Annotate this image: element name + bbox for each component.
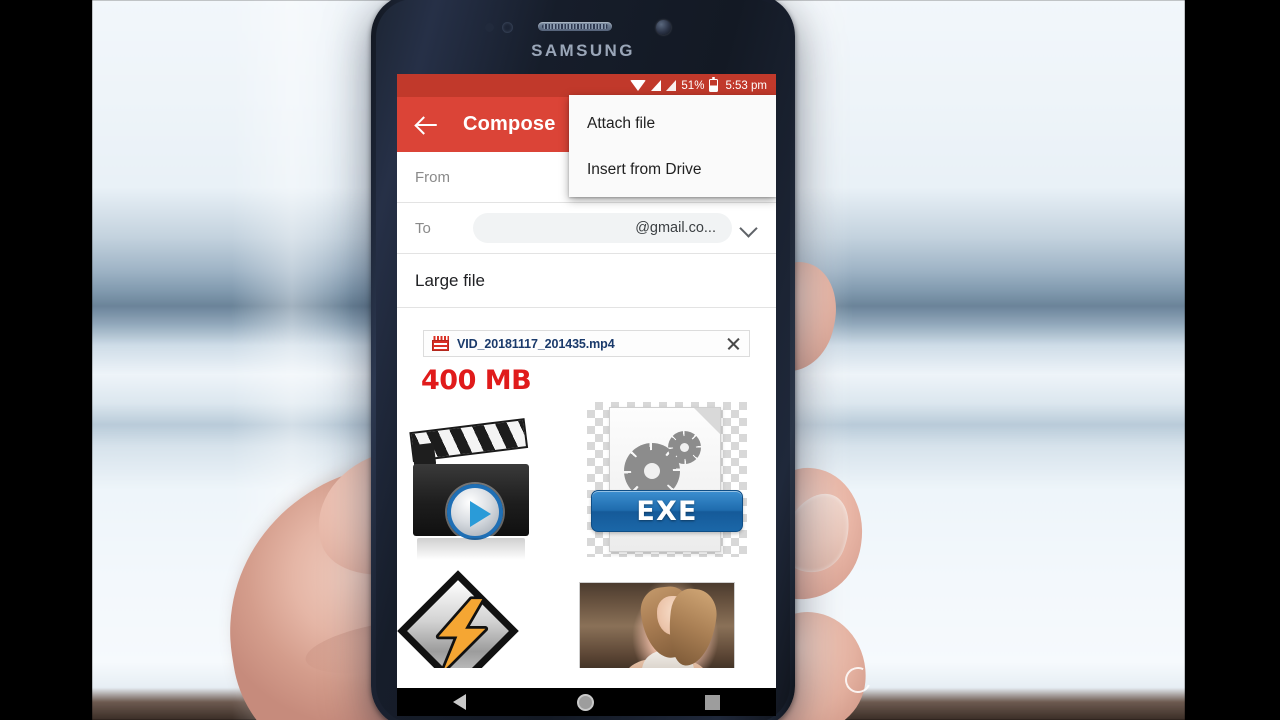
subject-row[interactable]: Large file — [397, 254, 776, 308]
phone-device: SAMSUNG 51% 5:53 pm Compose Attach file … — [371, 0, 795, 720]
message-body[interactable]: VID_20181117_201435.mp4 400 MB EXE — [397, 308, 776, 668]
attachment-chip[interactable]: VID_20181117_201435.mp4 — [423, 330, 750, 357]
video-file-icon — [432, 336, 449, 351]
attachment-filename: VID_20181117_201435.mp4 — [457, 336, 615, 351]
attachment-preview-grid: EXE — [397, 402, 776, 668]
signal-bars-icon-1 — [651, 80, 662, 91]
from-label: From — [415, 168, 450, 186]
clock-label: 5:53 pm — [725, 79, 767, 92]
android-nav-bar — [397, 688, 776, 716]
overflow-menu[interactable]: Attach file Insert from Drive — [569, 95, 776, 197]
phone-screen: 51% 5:53 pm Compose Attach file Insert f… — [397, 74, 776, 688]
file-size-label: 400 MB — [421, 365, 532, 396]
page-title: Compose — [463, 113, 556, 135]
winamp-lightning-icon — [397, 570, 523, 668]
to-label: To — [415, 219, 431, 237]
menu-item-attach-file[interactable]: Attach file — [569, 101, 776, 147]
nav-back-icon[interactable] — [452, 694, 466, 710]
back-arrow-icon[interactable] — [415, 113, 439, 137]
front-camera-icon — [656, 20, 671, 35]
light-sensor-icon — [502, 22, 513, 33]
menu-item-insert-from-drive[interactable]: Insert from Drive — [569, 147, 776, 193]
chevron-down-icon[interactable] — [740, 219, 758, 237]
close-icon[interactable] — [726, 336, 741, 351]
nav-recents-icon[interactable] — [705, 694, 721, 710]
status-bar: 51% 5:53 pm — [397, 74, 776, 97]
to-recipient-chip[interactable]: @gmail.co... — [473, 213, 732, 243]
screenshot-stage: SAMSUNG 51% 5:53 pm Compose Attach file … — [0, 0, 1280, 720]
samsung-brand-logo: SAMSUNG — [531, 41, 635, 60]
signal-bars-icon-2 — [666, 80, 677, 91]
exe-banner-label: EXE — [636, 495, 698, 527]
to-row[interactable]: To @gmail.co... — [397, 203, 776, 254]
battery-percent-label: 51% — [681, 79, 705, 92]
proximity-sensor-icon — [485, 23, 494, 32]
wifi-icon — [630, 79, 647, 91]
video-clapperboard-icon — [409, 418, 531, 560]
subject-value: Large file — [415, 270, 485, 290]
letterbox-right — [1185, 0, 1280, 720]
battery-icon — [709, 76, 719, 92]
earpiece-speaker — [537, 22, 612, 31]
exe-file-icon: EXE — [587, 402, 747, 557]
nav-home-icon[interactable] — [576, 693, 594, 711]
letterbox-left — [0, 0, 92, 720]
earpiece-grille — [541, 24, 608, 29]
photo-thumbnail — [579, 582, 735, 668]
